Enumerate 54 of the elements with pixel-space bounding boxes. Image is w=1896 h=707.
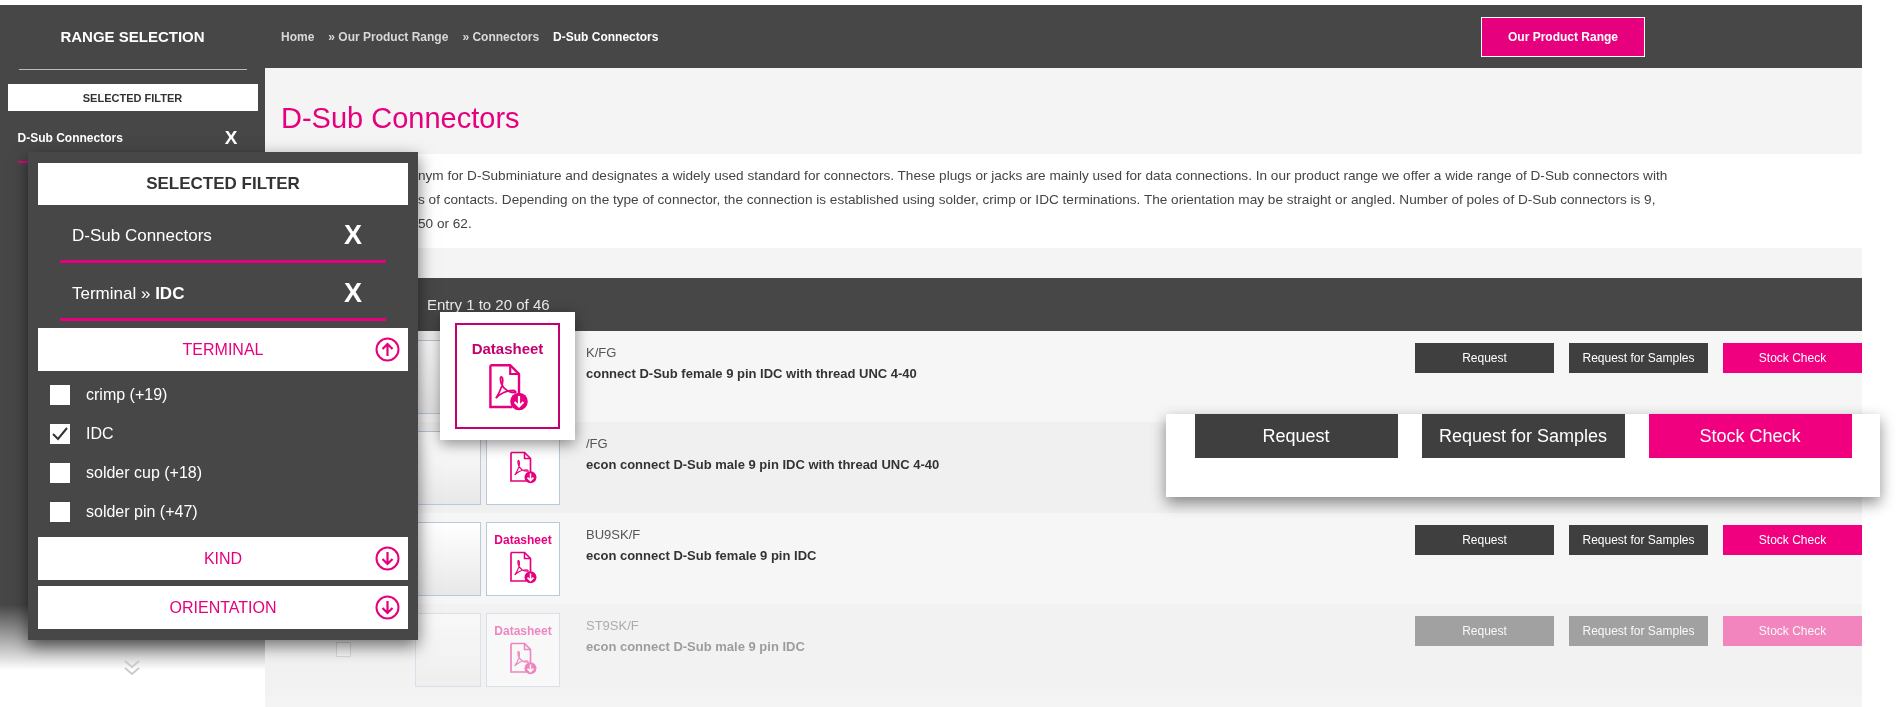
sidebar-title: RANGE SELECTION — [60, 27, 205, 47]
filter-label: D-Sub Connectors — [72, 225, 212, 246]
filter-group-header[interactable]: ORIENTATION — [38, 586, 408, 629]
datasheet-link[interactable]: Datasheet — [486, 521, 560, 596]
request-button[interactable]: Request — [1415, 525, 1554, 555]
request-button[interactable]: Request for Samples — [1569, 525, 1708, 555]
request-button[interactable]: Request — [1194, 414, 1398, 458]
check-icon — [52, 426, 68, 441]
stock-check-button[interactable]: Stock Check — [1723, 525, 1862, 555]
filter-option-label: IDC — [86, 424, 114, 443]
row-checkbox[interactable] — [335, 642, 351, 657]
product-name: connect D-Sub female 9 pin IDC with thread UNC 4-40 — [586, 366, 917, 381]
page-title: D-Sub Connectors — [281, 102, 521, 136]
pdf-download-icon — [508, 551, 538, 584]
pdf-download-icon — [508, 642, 538, 675]
request-button[interactable]: Request — [1415, 343, 1554, 373]
pdf-download-icon — [508, 451, 538, 484]
product-code: K/FG — [586, 345, 617, 360]
filter-option-label: solder cup (+18) — [86, 463, 203, 482]
remove-filter-button[interactable]: X — [344, 220, 362, 251]
product-range-button[interactable]: Our Product Range — [1481, 16, 1645, 57]
filter-group-header[interactable]: KIND — [38, 537, 408, 580]
filter-label: Terminal » IDC — [72, 283, 185, 304]
filter-label: D-Sub Connectors — [17, 131, 123, 145]
stock-check-button[interactable]: Stock Check — [1648, 414, 1852, 458]
datasheet-label: Datasheet — [494, 533, 552, 547]
filter-group-header[interactable]: TERMINAL — [38, 328, 408, 371]
datasheet-label: Datasheet — [471, 340, 544, 358]
product-code: BU9SK/F — [586, 527, 641, 542]
product-name: econ connect D-Sub male 9 pin IDC with thread UNC 4-40 — [586, 457, 940, 472]
product-code: /FG — [586, 436, 608, 451]
selected-filter-heading: SELECTED FILTER — [7, 84, 258, 111]
request-button[interactable]: Request for Samples — [1421, 414, 1625, 458]
breadcrumb-link[interactable]: Home — [281, 29, 315, 44]
filter-option-label: crimp (+19) — [86, 385, 168, 404]
remove-filter-button[interactable]: X — [344, 278, 362, 309]
filter-checkbox[interactable] — [50, 423, 70, 444]
filter-option-label: solder pin (+47) — [86, 502, 198, 521]
product-code: ST9SK/F — [586, 618, 639, 633]
datasheet-label: Datasheet — [494, 624, 552, 638]
datasheet-link[interactable]: Datasheet — [455, 323, 560, 429]
breadcrumb-link[interactable]: » Connectors — [462, 29, 540, 44]
entry-count: Entry 1 to 20 of 46 — [427, 296, 550, 313]
product-name: econ connect D-Sub female 9 pin IDC — [586, 548, 817, 563]
selected-filter-heading: SELECTED FILTER — [38, 163, 408, 205]
request-button[interactable]: Request for Samples — [1569, 343, 1708, 373]
breadcrumb-link[interactable]: D-Sub Connectors — [553, 29, 659, 44]
remove-filter-button[interactable]: X — [224, 127, 238, 149]
filter-checkbox[interactable] — [50, 501, 70, 522]
filter-checkbox[interactable] — [50, 384, 70, 405]
breadcrumb-link[interactable]: » Our Product Range — [328, 29, 449, 44]
filter-checkbox[interactable] — [50, 462, 70, 483]
stock-check-button[interactable]: Stock Check — [1723, 343, 1862, 373]
product-name: econ connect D-Sub male 9 pin IDC — [586, 639, 805, 654]
